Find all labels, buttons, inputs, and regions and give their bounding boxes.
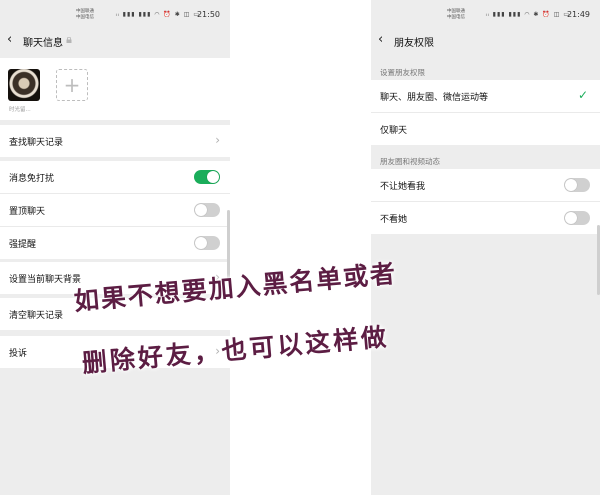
carrier-labels: 中国联通 中国电信 — [76, 9, 94, 20]
status-bar: 中国联通 中国电信 ᵢᵢ ▮▮▮ ▮▮▮ ◠ ✱ ⏰ ◫ ▭ 21:49 — [371, 0, 600, 26]
members-section: 时光留... + — [0, 58, 230, 120]
strong-reminder-label: 强提醒 — [9, 240, 37, 250]
option-chat-only-label: 仅聊天 — [380, 126, 408, 136]
status-time: 21:50 — [196, 10, 220, 19]
page-title: 聊天信息 — [23, 38, 63, 49]
plus-icon: + — [63, 73, 81, 97]
checkmark-icon: ✓ — [577, 88, 588, 102]
nav-bar: ‹ 聊天信息 — [0, 28, 230, 54]
member-name: 时光留... — [9, 107, 31, 113]
hide-theirs-row: 不看她 — [371, 201, 600, 234]
nav-bar: ‹ 朋友权限 — [371, 28, 600, 54]
carrier-labels: 中国联通 中国电信 — [447, 9, 465, 20]
status-icons: ᵢᵢ ▮▮▮ ▮▮▮ ◠ ⏰ ✱ ◫ ▭ — [115, 11, 200, 18]
status-bar: 中国联通 中国电信 ᵢᵢ ▮▮▮ ▮▮▮ ◠ ⏰ ✱ ◫ ▭ 21:50 — [0, 0, 230, 26]
permissions-section-heading: 设置朋友权限 — [380, 68, 425, 77]
hide-mine-row: 不让她看我 — [371, 169, 600, 201]
report-label: 投诉 — [9, 349, 28, 359]
hide-mine-label: 不让她看我 — [380, 182, 426, 192]
page-title: 朋友权限 — [394, 38, 434, 49]
moments-options: 不让她看我 不看她 — [371, 169, 600, 234]
option-full-access[interactable]: 聊天、朋友圈、微信运动等 ✓ — [371, 80, 600, 112]
set-background-label: 设置当前聊天背景 — [9, 275, 82, 285]
white-gap — [230, 0, 371, 495]
chevron-right-icon: › — [215, 133, 220, 147]
mute-label: 消息免打扰 — [9, 174, 55, 184]
permission-options: 聊天、朋友圈、微信运动等 ✓ 仅聊天 — [371, 80, 600, 145]
hide-mine-toggle[interactable] — [564, 178, 590, 192]
moments-section-heading: 朋友圈和视频动态 — [380, 157, 440, 166]
mute-row: 消息免打扰 — [0, 161, 230, 193]
option-full-access-label: 聊天、朋友圈、微信运动等 — [380, 93, 489, 103]
carrier-2: 中国电信 — [76, 14, 94, 20]
status-icons: ᵢᵢ ▮▮▮ ▮▮▮ ◠ ✱ ⏰ ◫ ▭ — [485, 11, 570, 18]
carrier-2: 中国电信 — [447, 14, 465, 20]
add-member-button[interactable]: + — [56, 69, 88, 101]
carrier-1: 中国联通 — [447, 9, 465, 14]
clear-history-label: 清空聊天记录 — [9, 311, 64, 321]
pin-chat-toggle[interactable] — [194, 203, 220, 217]
pin-chat-row: 置顶聊天 — [0, 193, 230, 226]
strong-reminder-row: 强提醒 — [0, 226, 230, 259]
back-icon[interactable]: ‹ — [7, 32, 12, 47]
strong-reminder-toggle[interactable] — [194, 236, 220, 250]
chat-info-screen: 中国联通 中国电信 ᵢᵢ ▮▮▮ ▮▮▮ ◠ ⏰ ✱ ◫ ▭ 21:50 ‹ 聊… — [0, 0, 230, 495]
option-chat-only[interactable]: 仅聊天 — [371, 112, 600, 145]
hide-theirs-toggle[interactable] — [564, 211, 590, 225]
status-time: 21:49 — [566, 10, 590, 19]
search-history-label: 查找聊天记录 — [9, 138, 64, 148]
mute-toggle[interactable] — [194, 170, 220, 184]
settings-section: 消息免打扰 置顶聊天 强提醒 — [0, 161, 230, 259]
friend-permissions-screen: 中国联通 中国电信 ᵢᵢ ▮▮▮ ▮▮▮ ◠ ✱ ⏰ ◫ ▭ 21:49 ‹ 朋… — [371, 0, 600, 495]
back-icon[interactable]: ‹ — [378, 32, 383, 47]
search-history-row[interactable]: 查找聊天记录 › — [0, 125, 230, 157]
search-section: 查找聊天记录 › — [0, 125, 230, 157]
avatar[interactable] — [8, 69, 40, 101]
lock-icon — [66, 37, 72, 43]
pin-chat-label: 置顶聊天 — [9, 207, 46, 217]
carrier-1: 中国联通 — [76, 9, 94, 14]
hide-theirs-label: 不看她 — [380, 215, 408, 225]
